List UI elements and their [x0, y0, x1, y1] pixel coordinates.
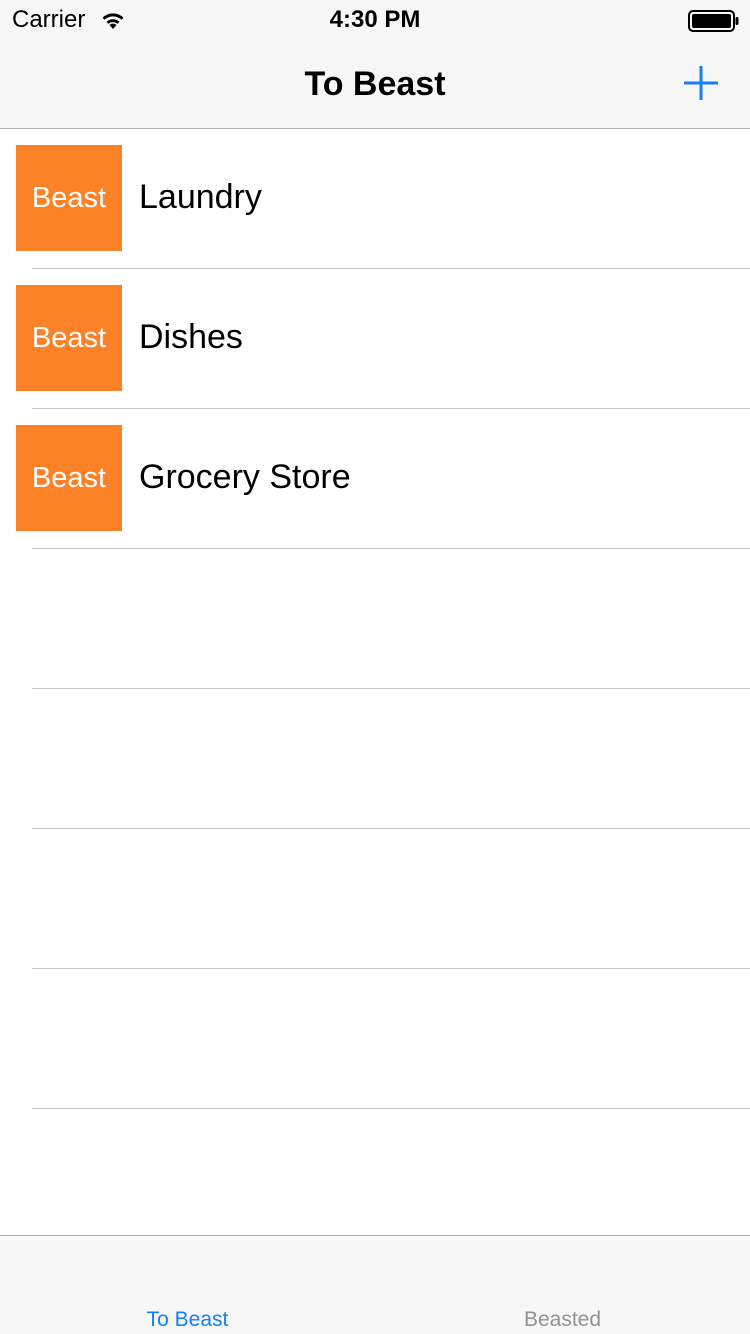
battery-icon: [688, 10, 740, 32]
tab-label: Beasted: [523, 1308, 602, 1331]
beast-button[interactable]: Beast: [16, 145, 122, 251]
tab-beasted[interactable]: Beasted: [375, 1236, 750, 1334]
empty-row: [0, 549, 750, 689]
page-title: To Beast: [304, 65, 446, 103]
beast-button[interactable]: Beast: [16, 285, 122, 391]
plus-icon: [684, 66, 718, 100]
status-bar: Carrier 4:30 PM: [0, 0, 750, 40]
task-name: Laundry: [139, 178, 262, 216]
task-row[interactable]: Beast Dishes: [0, 269, 750, 409]
status-time: 4:30 PM: [329, 6, 421, 33]
app-screen: Carrier 4:30 PM To Beast Beast Laundry B…: [0, 0, 750, 1334]
tab-to-beast[interactable]: To Beast: [0, 1236, 375, 1334]
task-name: Grocery Store: [139, 458, 351, 496]
navigation-bar: To Beast: [0, 40, 750, 129]
empty-row: [0, 1109, 750, 1235]
empty-row: [0, 969, 750, 1109]
task-name: Dishes: [139, 318, 243, 356]
tab-bar: To Beast Beasted: [0, 1235, 750, 1334]
beast-button[interactable]: Beast: [16, 425, 122, 531]
task-row[interactable]: Beast Grocery Store: [0, 409, 750, 549]
empty-row: [0, 829, 750, 969]
task-row[interactable]: Beast Laundry: [0, 129, 750, 269]
empty-row: [0, 689, 750, 829]
task-list: Beast Laundry Beast Dishes Beast Grocery…: [0, 129, 750, 1235]
add-task-button[interactable]: [676, 58, 726, 108]
tab-label: To Beast: [146, 1308, 229, 1331]
